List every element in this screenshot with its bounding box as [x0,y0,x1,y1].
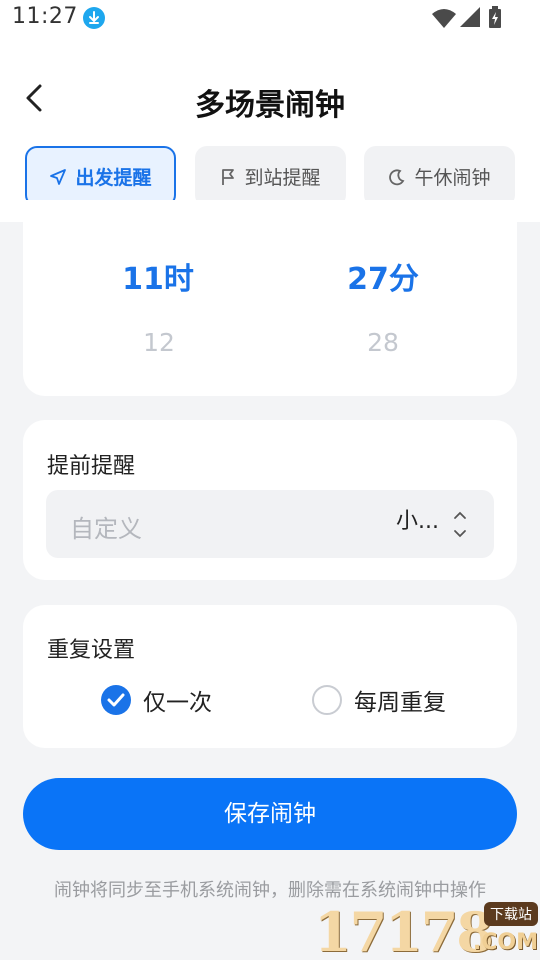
repeat-settings-card: 重复设置 仅一次 每周重复 [23,605,517,748]
status-icons [432,6,504,30]
unit-value: 小... [396,509,439,534]
flag-icon [222,168,235,185]
status-time: 11:27 [12,4,78,29]
battery-icon [489,6,501,28]
moon-icon [389,169,405,185]
unit-next-value: 分 [396,539,416,542]
repeat-option-label: 仅一次 [143,690,212,716]
tab-nap[interactable]: 午休闹钟 [364,146,515,207]
save-alarm-button[interactable]: 保存闹钟 [23,778,517,850]
unit-select[interactable]: 小... 分 [396,506,450,542]
repeat-option-label: 每周重复 [354,690,446,716]
watermark-domain: .COM [472,930,538,955]
page-title: 多场景闹钟 [195,88,345,123]
radio-circle-icon[interactable] [312,685,342,715]
advance-reminder-card: 提前提醒 自定义 小... 分 [23,420,517,580]
status-bar: 11:27 [0,0,540,40]
repeat-settings-label: 重复设置 [47,638,136,663]
navigation-bar: 多场景闹钟 [0,70,540,130]
time-picker-card: 11时 27分 12 28 [23,200,517,396]
wifi-icon [432,9,456,28]
checkmark-circle-icon[interactable] [101,685,131,715]
footer-note: 闹钟将同步至手机系统闹钟，删除需在系统闹钟中操作 [54,880,486,901]
tab-label: 出发提醒 [75,167,152,189]
watermark-logo: 17178 下载站 .COM [312,900,540,960]
minute-wheel-next[interactable]: 28 [303,328,463,357]
scene-tabs: 出发提醒 到站提醒 午休闹钟 [25,146,515,208]
hour-wheel-next[interactable]: 12 [79,328,239,357]
up-down-stepper-icon[interactable] [450,504,470,544]
tab-departure[interactable]: 出发提醒 [25,146,176,207]
minute-wheel-selected[interactable]: 27分 [303,254,463,298]
tab-label: 到站提醒 [244,167,321,189]
advance-reminder-input[interactable]: 自定义 [70,509,142,544]
signal-icon [460,7,480,27]
watermark-number: 17178 [314,900,494,960]
tab-arrival[interactable]: 到站提醒 [195,146,346,207]
tab-label: 午休闹钟 [414,167,491,189]
watermark-badge: 下载站 [484,902,538,926]
navigation-arrow-icon [50,168,67,185]
advance-reminder-field[interactable]: 自定义 小... 分 [46,490,494,558]
repeat-option-once[interactable]: 仅一次 [101,683,212,717]
advance-reminder-label: 提前提醒 [47,454,136,479]
download-icon [83,7,105,29]
hour-wheel-selected[interactable]: 11时 [78,254,238,298]
repeat-option-weekly[interactable]: 每周重复 [312,683,446,717]
